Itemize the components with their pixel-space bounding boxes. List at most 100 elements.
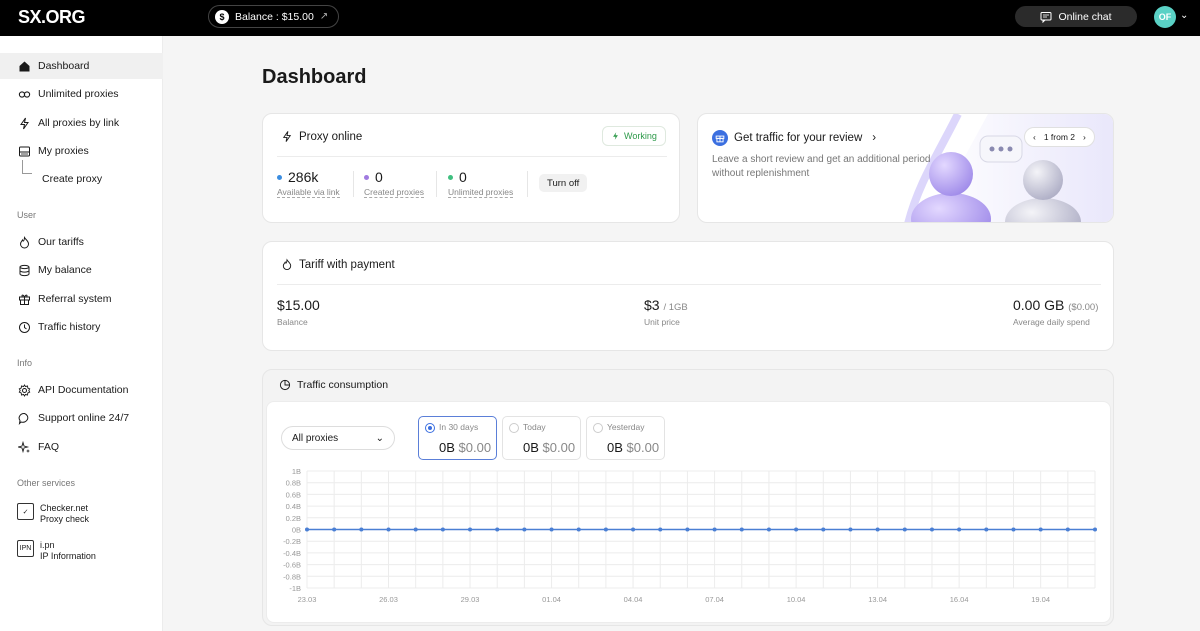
y-tick-label: -1B xyxy=(289,584,301,593)
bolt-icon xyxy=(20,117,29,129)
x-tick-label: 23.03 xyxy=(298,595,317,604)
sidebar-item-dashboard[interactable]: Dashboard xyxy=(0,53,163,79)
sidebar-item-label: Dashboard xyxy=(38,60,90,72)
balance-value: $15.00 xyxy=(277,297,320,313)
stat-created-proxies[interactable]: 0 Created proxies xyxy=(364,169,425,198)
data-point xyxy=(603,527,608,532)
stat-available-via-link[interactable]: 286k Available via link xyxy=(277,169,340,198)
sidebar-item-label: API Documentation xyxy=(38,384,129,396)
dollar-icon: $ xyxy=(215,9,229,24)
ipn-logo-icon: IPN xyxy=(17,540,34,557)
sidebar-item-traffic-history[interactable]: Traffic history xyxy=(0,314,163,340)
sidebar-item-unlimited-proxies[interactable]: Unlimited proxies xyxy=(0,81,163,107)
sidebar-item-label: My balance xyxy=(38,264,92,276)
sidebar-item-label: Referral system xyxy=(38,293,112,305)
server-icon xyxy=(19,146,30,156)
sidebar-item-label: Support online 24/7 xyxy=(38,412,130,424)
gear-icon xyxy=(18,383,31,397)
balance-button[interactable]: $ Balance : $15.00 ↗ xyxy=(208,5,340,28)
database-icon xyxy=(19,264,30,276)
data-point xyxy=(929,527,934,532)
tariff-title: Tariff with payment xyxy=(281,258,395,271)
divider xyxy=(277,284,1101,285)
chevron-right-icon: › xyxy=(872,132,877,144)
data-point xyxy=(440,527,445,532)
sidebar-item-api-documentation[interactable]: API Documentation xyxy=(0,377,163,403)
sidebar-item-create-proxy[interactable]: Create proxy xyxy=(0,166,163,192)
chat-icon xyxy=(1040,11,1052,23)
section-label-user: User xyxy=(17,210,37,220)
x-tick-label: 13.04 xyxy=(868,595,887,604)
review-card: Get traffic for your review › Leave a sh… xyxy=(697,113,1114,223)
sidebar-item-our-tariffs[interactable]: Our tariffs xyxy=(0,229,163,255)
data-point xyxy=(413,527,418,532)
bolt-icon xyxy=(282,131,292,142)
x-tick-label: 29.03 xyxy=(461,595,480,604)
data-point xyxy=(305,527,309,532)
avatar[interactable]: OF xyxy=(1154,6,1176,28)
service-checker[interactable]: ✓ Checker.net Proxy check xyxy=(17,503,89,525)
arrow-up-right-icon: ↗ xyxy=(319,11,329,22)
data-point xyxy=(766,527,771,532)
chat-bubble-icon xyxy=(18,412,29,425)
chevron-right-icon[interactable]: › xyxy=(1083,132,1086,142)
page-title: Dashboard xyxy=(262,66,367,88)
sidebar: Dashboard Unlimited proxies All proxies … xyxy=(0,36,163,631)
chevron-left-icon[interactable]: ‹ xyxy=(1033,132,1036,142)
online-chat-button[interactable]: Online chat xyxy=(1015,6,1137,27)
flame-icon xyxy=(282,258,292,271)
x-tick-label: 01.04 xyxy=(542,595,561,604)
divider xyxy=(277,156,667,157)
data-point xyxy=(1065,527,1070,532)
stat-unlimited-proxies[interactable]: 0 Unlimited proxies xyxy=(448,169,514,198)
sidebar-item-label: All proxies by link xyxy=(38,117,120,129)
data-point xyxy=(902,527,907,532)
data-point xyxy=(522,527,527,532)
proxy-online-title: Proxy online xyxy=(281,130,362,143)
service-title: i.pn xyxy=(40,540,55,550)
section-label-other-services: Other services xyxy=(17,478,76,488)
section-label-info: Info xyxy=(17,358,33,368)
chevron-down-icon[interactable]: ⌄ xyxy=(1180,10,1188,21)
sidebar-item-support-online[interactable]: Support online 24/7 xyxy=(0,405,163,431)
data-point xyxy=(359,527,364,532)
clock-icon xyxy=(19,321,30,333)
sidebar-item-label: Traffic history xyxy=(38,321,101,333)
service-ipn[interactable]: IPN i.pn IP Information xyxy=(17,540,96,562)
online-chat-label: Online chat xyxy=(1058,10,1112,23)
y-tick-label: 1B xyxy=(292,467,301,476)
blue-dot-icon xyxy=(277,174,282,180)
data-point xyxy=(739,527,744,532)
unit-price-value: $3 / 1GB xyxy=(644,297,688,313)
sidebar-item-my-balance[interactable]: My balance xyxy=(0,257,163,283)
review-title[interactable]: Get traffic for your review › xyxy=(712,130,876,146)
x-tick-label: 04.04 xyxy=(624,595,643,604)
unit-price-label: Unit price xyxy=(644,317,680,327)
y-tick-label: -0.2B xyxy=(283,537,301,546)
data-point xyxy=(468,527,473,532)
sidebar-item-referral-system[interactable]: Referral system xyxy=(0,286,163,312)
pager: ‹ 1 from 2 › xyxy=(1024,127,1095,147)
sidebar-item-faq[interactable]: FAQ xyxy=(0,434,163,460)
pie-chart-icon xyxy=(279,379,291,391)
data-point xyxy=(984,527,989,532)
sidebar-item-all-proxies-by-link[interactable]: All proxies by link xyxy=(0,110,163,136)
turn-off-button[interactable]: Turn off xyxy=(539,174,588,192)
x-tick-label: 10.04 xyxy=(787,595,806,604)
sparkle-icon xyxy=(18,440,30,453)
purple-dot-icon xyxy=(364,174,369,180)
data-point xyxy=(332,527,337,532)
data-point xyxy=(712,527,717,532)
data-point xyxy=(549,527,554,532)
data-point xyxy=(576,527,581,532)
flame-icon xyxy=(19,235,30,248)
sidebar-item-label: Our tariffs xyxy=(38,236,84,248)
data-point xyxy=(685,527,690,532)
logo[interactable]: SX.ORG xyxy=(18,7,86,28)
y-tick-label: -0.8B xyxy=(283,572,301,581)
y-tick-label: 0B xyxy=(292,526,301,535)
traffic-card: Traffic consumption All proxies ⌄ In 30 … xyxy=(262,369,1114,626)
data-point xyxy=(848,527,853,532)
x-tick-label: 07.04 xyxy=(705,595,724,604)
tariff-card: Tariff with payment $15.00 Balance $3 / … xyxy=(262,241,1114,351)
